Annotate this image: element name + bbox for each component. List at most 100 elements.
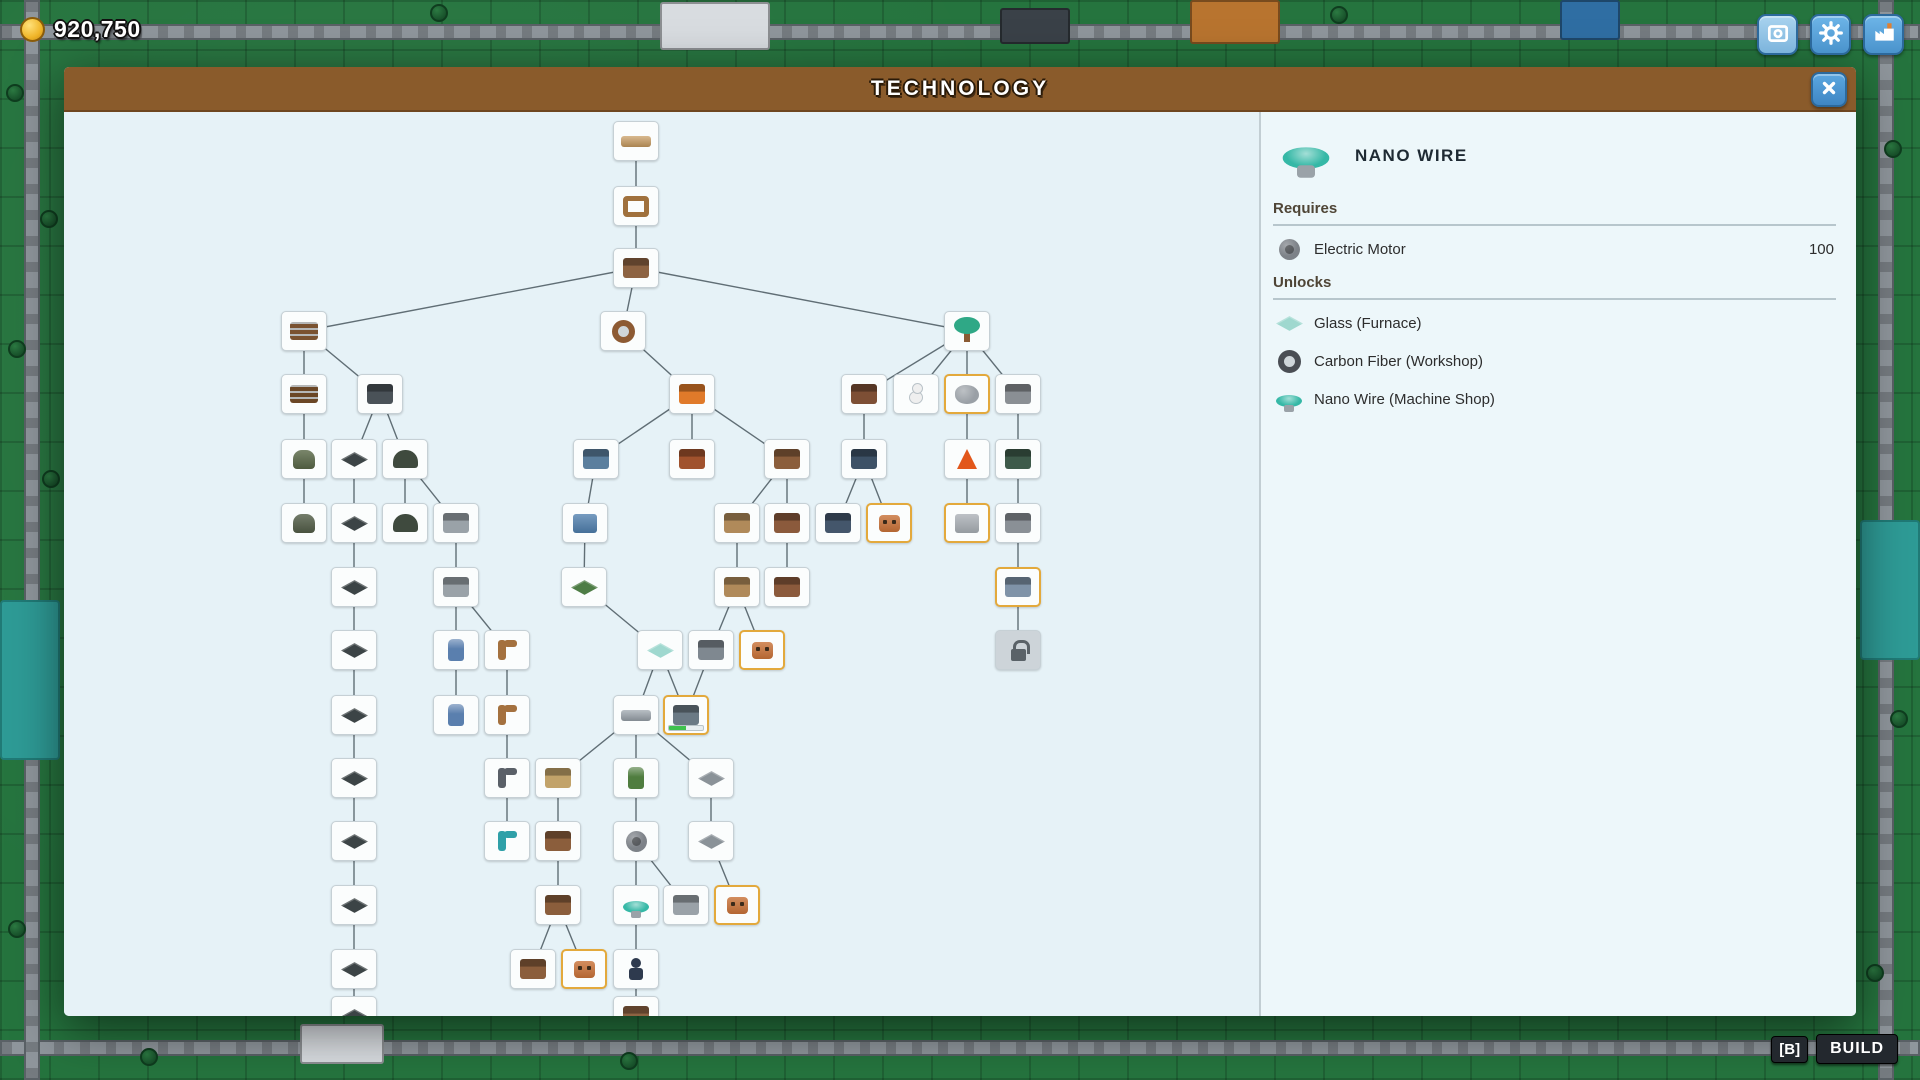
tech-node-metal-plate[interactable] (331, 949, 377, 989)
tech-node-pedestal[interactable] (995, 503, 1041, 543)
traffic-cone-icon (957, 449, 977, 469)
tech-node-wood-plank[interactable] (613, 121, 659, 161)
tech-node-log-pile[interactable] (281, 311, 327, 351)
tech-node-metal-plate[interactable] (331, 758, 377, 798)
tech-node-worker-bot[interactable] (739, 630, 785, 670)
tech-node-brown-machine[interactable] (535, 821, 581, 861)
tech-node-stone-slab[interactable] (944, 503, 990, 543)
metal-plate-icon (341, 771, 368, 786)
tech-node-traffic-cone[interactable] (944, 439, 990, 479)
tech-node-blue-part[interactable] (562, 503, 608, 543)
tech-node-metal-plate[interactable] (331, 503, 377, 543)
tech-node-crucible[interactable] (669, 374, 715, 414)
settings-button[interactable] (1810, 14, 1851, 55)
tech-node-storage-hut[interactable] (382, 503, 428, 543)
tech-node-navy-machine[interactable] (841, 439, 887, 479)
crane-arm-icon (498, 640, 506, 660)
tech-node-gray-plate[interactable] (688, 758, 734, 798)
gray-plate-icon (698, 771, 725, 786)
blue-part-icon (573, 514, 597, 533)
tech-node-gray-plate[interactable] (688, 821, 734, 861)
tech-node-storage-hut[interactable] (382, 439, 428, 479)
glass-icon-shape (1276, 316, 1303, 331)
brown-machine-icon (520, 959, 546, 979)
tech-node-log-stack[interactable] (281, 374, 327, 414)
tech-node-rope-spool[interactable] (600, 311, 646, 351)
bg-tree (40, 210, 58, 228)
tech-node-nano-wire[interactable] (613, 885, 659, 925)
stone-slab-icon (955, 514, 979, 533)
tech-node-tan-plate[interactable] (535, 758, 581, 798)
locked-tech-icon (1011, 649, 1026, 661)
requires-heading: Requires (1273, 190, 1836, 226)
tech-node-blue-assembler[interactable] (573, 439, 619, 479)
tech-node-blue-canister[interactable] (433, 630, 479, 670)
carbon-fiber-icon-shape (1278, 350, 1301, 373)
tech-node-electric-motor[interactable] (613, 821, 659, 861)
tech-node-brown-machine[interactable] (510, 949, 556, 989)
glass-icon (1275, 310, 1303, 336)
tech-node-smelter-factory[interactable] (669, 439, 715, 479)
tech-node-metal-plate[interactable] (331, 885, 377, 925)
bg-machine (300, 1024, 384, 1064)
tech-node-camo-sack[interactable] (281, 503, 327, 543)
tech-node-navy-press[interactable] (815, 503, 861, 543)
tech-node-research-machine[interactable] (663, 695, 709, 735)
tech-node-blue-pedestal[interactable] (995, 567, 1041, 607)
tech-node-furnace[interactable] (764, 503, 810, 543)
tech-node-fiber-sack[interactable] (281, 439, 327, 479)
tech-node-worker-bot[interactable] (866, 503, 912, 543)
worker-bot-icon (727, 897, 748, 914)
tech-node-metal-plate[interactable] (331, 630, 377, 670)
metal-plate-icon (341, 708, 368, 723)
build-button[interactable]: BUILD (1816, 1034, 1898, 1064)
tech-node-crane-arm[interactable] (484, 695, 530, 735)
nano-wire-small-icon-shape (1276, 395, 1302, 407)
tech-node-blue-canister[interactable] (433, 695, 479, 735)
tech-node-workbench[interactable] (613, 248, 659, 288)
tech-node-glass-plate[interactable] (637, 630, 683, 670)
tech-node-teal-arm[interactable] (484, 821, 530, 861)
tech-node-palm-tree[interactable] (944, 311, 990, 351)
tech-node-steel-beam[interactable] (613, 695, 659, 735)
tech-node-metal-plate[interactable] (331, 996, 377, 1016)
tech-node-dark-figure[interactable] (613, 949, 659, 989)
blueprints-button[interactable] (1757, 14, 1798, 55)
tech-node-tan-machine[interactable] (714, 503, 760, 543)
navy-press-icon (825, 513, 851, 533)
tech-node-brown-mill[interactable] (841, 374, 887, 414)
blue-pedestal-icon (1005, 577, 1031, 597)
tech-node-metal-plate[interactable] (331, 695, 377, 735)
tech-node-stone-machine[interactable] (357, 374, 403, 414)
tech-node-workbench[interactable] (613, 996, 659, 1016)
tech-node-bucket-machine[interactable] (433, 567, 479, 607)
tech-node-brick-furnace[interactable] (764, 439, 810, 479)
tech-node-metal-plate[interactable] (331, 821, 377, 861)
tech-node-furnace[interactable] (764, 567, 810, 607)
tech-node-stone-pedestal[interactable] (995, 374, 1041, 414)
tech-node-tan-machine[interactable] (714, 567, 760, 607)
tech-node-boulder[interactable] (944, 374, 990, 414)
close-button[interactable] (1811, 72, 1847, 107)
tech-node-green-board[interactable] (561, 567, 607, 607)
tech-node-gray-machine[interactable] (688, 630, 734, 670)
tech-node-hopper[interactable] (433, 503, 479, 543)
tech-node-gray-machine[interactable] (663, 885, 709, 925)
tech-node-brown-machine[interactable] (535, 885, 581, 925)
nano-wire-small-icon (1275, 386, 1303, 412)
tech-node-robotic-arm[interactable] (484, 758, 530, 798)
tech-node-worker-bot[interactable] (714, 885, 760, 925)
tech-node-metal-plate[interactable] (331, 439, 377, 479)
tech-node-wood-frame[interactable] (613, 186, 659, 226)
tech-node-green-machine[interactable] (995, 439, 1041, 479)
tech-node-green-cylinder[interactable] (613, 758, 659, 798)
tech-node-locked-tech[interactable] (995, 630, 1041, 670)
tech-node-worker-bot[interactable] (561, 949, 607, 989)
build-menu-button[interactable] (1863, 14, 1904, 55)
electric-motor-icon-shape (1279, 239, 1300, 260)
tech-node-crane-arm[interactable] (484, 630, 530, 670)
build-key-hint: [B] (1771, 1036, 1808, 1063)
tech-node-snowman[interactable] (893, 374, 939, 414)
tech-node-metal-plate[interactable] (331, 567, 377, 607)
tech-tree[interactable] (64, 112, 1259, 1016)
